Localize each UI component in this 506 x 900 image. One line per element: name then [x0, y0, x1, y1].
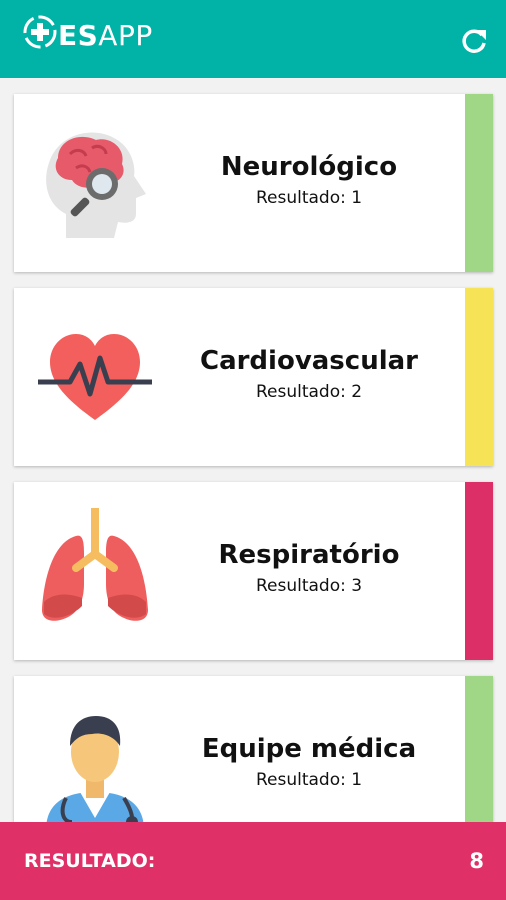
status-strip-yellow: [465, 288, 493, 466]
card-cardiovascular[interactable]: Cardiovascular Resultado: 2: [14, 288, 493, 466]
brain-head-icon: [46, 132, 146, 238]
category-list: Neurológico Resultado: 1 Cardiovascular …: [14, 94, 493, 870]
heart-pulse-icon: [38, 334, 152, 420]
app-header: ESAPP: [0, 0, 506, 78]
total-result-label: RESULTADO:: [24, 850, 156, 872]
card-result: Resultado: 1: [255, 188, 363, 208]
card-title: Neurológico: [220, 152, 398, 182]
lungs-icon: [42, 508, 148, 621]
card-title: Cardiovascular: [199, 346, 418, 376]
card-result: Resultado: 1: [255, 770, 363, 790]
card-title: Equipe médica: [201, 734, 417, 764]
app-logo: ESAPP: [20, 12, 153, 52]
total-result-value: 8: [469, 849, 484, 873]
card-result: Resultado: 3: [255, 576, 363, 596]
total-result-bar: RESULTADO: 8: [0, 822, 506, 900]
status-strip-green: [465, 94, 493, 272]
refresh-icon[interactable]: [460, 27, 488, 55]
card-title: Respiratório: [218, 540, 400, 570]
medical-cross-icon: [23, 15, 57, 49]
app-name: ESAPP: [58, 19, 153, 52]
card-result: Resultado: 2: [255, 382, 363, 402]
card-neurologico[interactable]: Neurológico Resultado: 1: [14, 94, 493, 272]
doctor-icon: [46, 716, 144, 830]
status-strip-red: [465, 482, 493, 660]
card-respiratorio[interactable]: Respiratório Resultado: 3: [14, 482, 493, 660]
